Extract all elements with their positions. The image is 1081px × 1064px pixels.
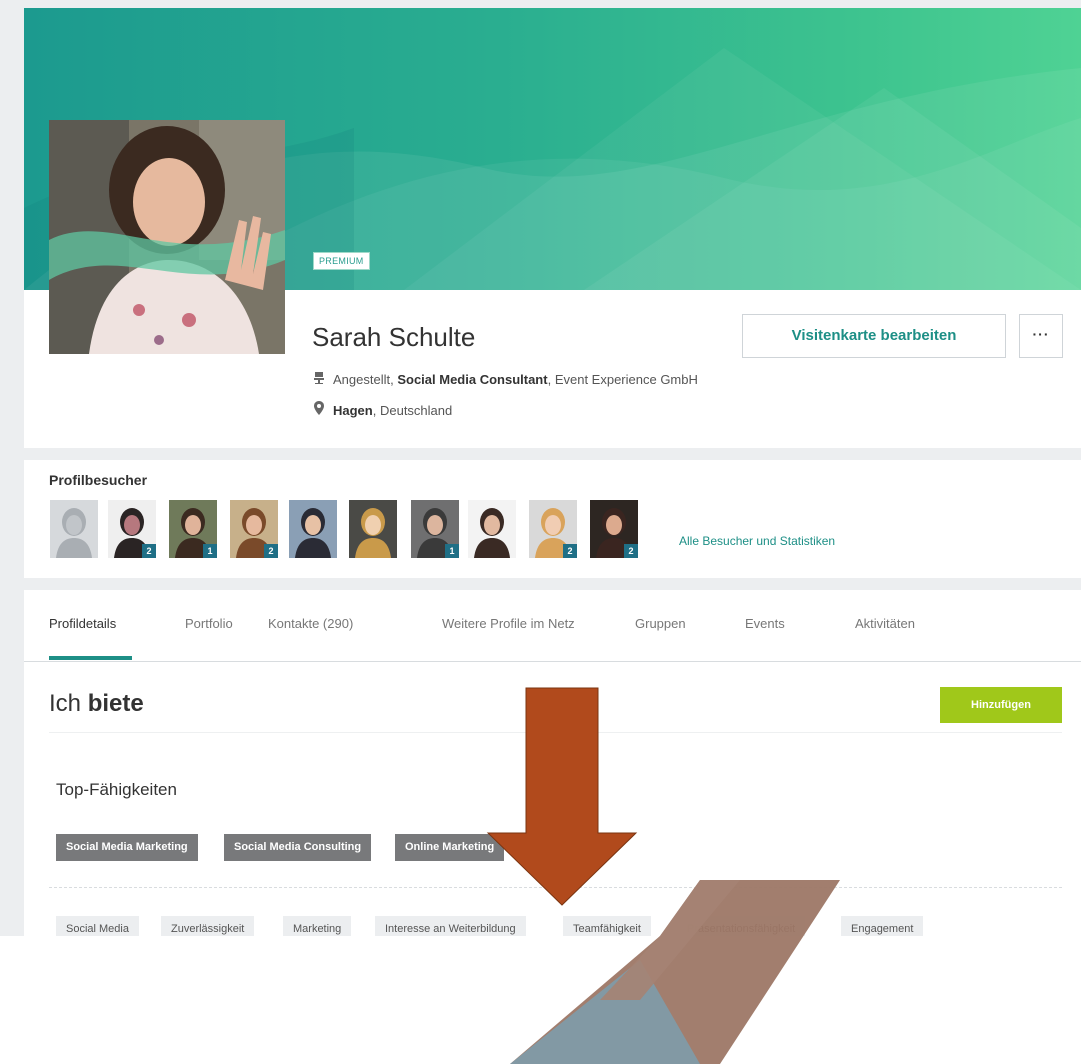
profile-details-card: Profildetails Portfolio Kontakte (290) Weit… [24,590,1081,936]
visitor-photo [50,500,98,558]
employment-status: Angestellt, [333,372,398,387]
skills-divider [49,887,1062,888]
add-skill-button[interactable]: Hinzufügen [940,687,1062,723]
top-skill-tag[interactable]: Online Marketing [395,834,505,861]
tab-gruppen[interactable]: Gruppen [635,616,686,631]
visit-count-badge: 2 [624,544,638,558]
skill-tag[interactable]: Marketing [283,916,352,936]
visitor-avatar[interactable]: 2 [108,500,156,558]
section-divider [49,732,1062,733]
location-country: Deutschland [379,403,453,418]
profile-card: PREMIUM Sarah Schulte Angestellt, Social… [24,8,1081,448]
map-pin-icon [312,401,326,418]
offer-title-part2: biete [87,690,144,717]
visitor-avatar[interactable]: 2 [590,500,638,558]
visit-count-badge: 2 [563,544,577,558]
visitor-avatar[interactable] [50,500,98,558]
skill-tag[interactable]: Teamfähigkeit [563,916,651,936]
visitor-avatar[interactable]: 2 [529,500,577,558]
skill-tag[interactable]: Zuverlässigkeit [161,916,255,936]
company-separator: , [547,372,555,387]
visitor-avatar[interactable]: 2 [230,500,278,558]
visitor-photo [468,500,516,558]
visitor-photo [289,500,337,558]
profile-photo[interactable] [49,120,285,354]
profile-visitors-card: Profilbesucher 2 1 2 1 2 2 Alle Besucher und … [24,460,1081,578]
tab-portfolio[interactable]: Portfolio [185,616,233,631]
visitor-avatar[interactable] [468,500,516,558]
visitor-avatar[interactable] [289,500,337,558]
edit-business-card-button[interactable]: Visitenkarte bearbeiten [742,314,1006,358]
company-name[interactable]: Event Experience GmbH [555,372,698,387]
visitor-avatar[interactable]: 1 [169,500,217,558]
location-separator: , [372,403,380,418]
visit-count-badge: 1 [445,544,459,558]
more-options-button[interactable]: ··· [1019,314,1063,358]
visit-count-badge: 2 [142,544,156,558]
visit-count-badge: 1 [203,544,217,558]
skill-tag[interactable]: Social Media [56,916,139,936]
skill-tag[interactable]: Interesse an Weiterbildung [375,916,526,936]
visitor-photo [349,500,397,558]
offer-title-part1: Ich [49,690,88,717]
employment-line: Angestellt, Social Media Consultant, Eve… [312,372,698,387]
tab-events[interactable]: Events [745,616,785,631]
profile-page: PREMIUM Sarah Schulte Angestellt, Social… [0,0,1081,1064]
job-position: Social Media Consultant [397,372,548,387]
skill-tag[interactable]: Präsentationsfähigkeit [677,916,806,936]
tab-kontakte-290[interactable]: Kontakte (290) [268,616,353,631]
visitors-title: Profilbesucher [49,472,148,488]
offer-section-title: Ich biete [49,690,144,718]
top-skill-tag[interactable]: Social Media Consulting [224,834,372,861]
location-city: Hagen [333,403,373,418]
tab-profildetails[interactable]: Profildetails [49,616,116,631]
all-visitors-link[interactable]: Alle Besucher und Statistiken [679,534,835,548]
location-line: Hagen, Deutschland [312,401,452,418]
active-tab-indicator [49,656,132,660]
office-chair-icon [312,372,326,387]
top-skills-title: Top-Fähigkeiten [56,780,177,799]
profile-tabs: Profildetails Portfolio Kontakte (290) Weit… [24,590,1081,662]
visitor-avatar[interactable] [349,500,397,558]
top-skill-tag[interactable]: Social Media Marketing [56,834,198,861]
tab-weitere-profile-im-netz[interactable]: Weitere Profile im Netz [442,616,575,631]
visitor-avatar[interactable]: 1 [411,500,459,558]
skill-tag[interactable]: Engagement [841,916,924,936]
tab-aktivitäten[interactable]: Aktivitäten [855,616,915,631]
profile-name: Sarah Schulte [312,322,476,352]
premium-badge: PREMIUM [313,252,370,270]
visit-count-badge: 2 [264,544,278,558]
